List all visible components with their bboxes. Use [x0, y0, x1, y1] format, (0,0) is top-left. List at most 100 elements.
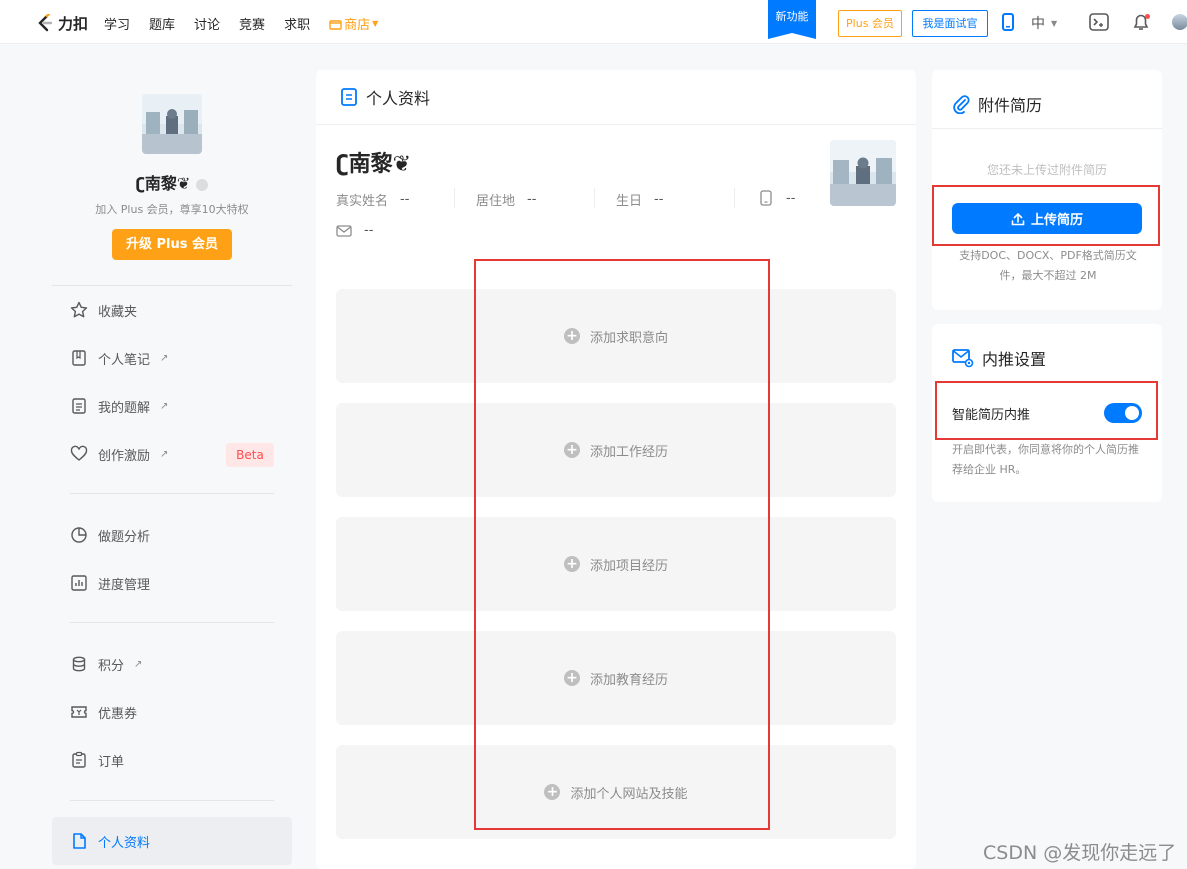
- add-section-label: 添加个人网站及技能: [570, 786, 688, 802]
- mobile-icon[interactable]: [1001, 13, 1015, 31]
- mail-settings-icon: [952, 349, 974, 368]
- sidebar-item-favorites[interactable]: 收藏夹: [70, 298, 280, 322]
- language-switcher[interactable]: 中 ▼: [1031, 13, 1057, 33]
- sidebar-item-notes[interactable]: 个人笔记 ↗: [70, 346, 280, 370]
- upgrade-plus-button[interactable]: 升级 Plus 会员: [112, 229, 232, 260]
- plus-member-button[interactable]: Plus 会员: [838, 10, 902, 37]
- smart-referral-label: 智能简历内推: [952, 408, 1031, 423]
- add-work-experience-button[interactable]: + 添加工作经历: [336, 403, 896, 497]
- add-job-intention-button[interactable]: + 添加求职意向: [336, 289, 896, 383]
- external-link-icon: ↗: [134, 658, 143, 670]
- divider: [594, 188, 595, 208]
- real-name-field[interactable]: 真实姓名 --: [336, 190, 409, 209]
- phone-field[interactable]: --: [760, 190, 795, 206]
- email-field[interactable]: --: [336, 223, 373, 238]
- plus-circle-icon: +: [544, 784, 561, 800]
- language-label: 中: [1031, 16, 1045, 32]
- playground-icon[interactable]: [1089, 13, 1109, 31]
- sidebar-item-label: 个人资料: [98, 835, 151, 851]
- nav-store[interactable]: 商店 ▼: [329, 14, 378, 33]
- join-plus-text: 加入 Plus 会员，尊享10大特权: [95, 203, 249, 216]
- nav-discuss[interactable]: 讨论: [194, 14, 220, 33]
- file-icon: [73, 833, 86, 849]
- profile-card: 个人资料 ʗ南黎❦ 真实姓名 -- 居住地 -- 生日 -- -- -- + 添…: [316, 70, 916, 869]
- divider: [70, 493, 274, 494]
- nav-contest[interactable]: 竞赛: [239, 14, 265, 33]
- leetcode-logo[interactable]: 力扣: [36, 13, 88, 34]
- heart-icon: [70, 445, 88, 461]
- external-link-icon: ↗: [160, 448, 169, 460]
- sidebar-item-points[interactable]: 积分 ↗: [70, 652, 280, 676]
- sidebar-item-profile[interactable]: 个人资料: [70, 829, 280, 853]
- referral-card-title: 内推设置: [952, 346, 1046, 370]
- plus-circle-icon: +: [563, 556, 580, 572]
- page-title: 个人资料: [366, 89, 431, 108]
- real-name-value: --: [400, 192, 410, 207]
- profile-avatar[interactable]: [830, 140, 896, 206]
- pie-chart-icon: [71, 527, 87, 543]
- birthday-label: 生日: [616, 194, 643, 209]
- logo-text: 力扣: [58, 15, 89, 33]
- sidebar-item-progress[interactable]: 进度管理: [70, 571, 280, 595]
- sidebar-item-solutions[interactable]: 我的题解 ↗: [70, 394, 280, 418]
- location-field[interactable]: 居住地 --: [476, 190, 536, 209]
- main-nav: 学习 题库 讨论 竞赛 求职 商店 ▼: [104, 14, 397, 33]
- birthday-field[interactable]: 生日 --: [616, 190, 663, 209]
- watermark: CSDN @发现你走远了: [983, 842, 1177, 864]
- document-icon: [72, 398, 86, 414]
- sidebar-item-label: 优惠券: [98, 706, 138, 722]
- external-link-icon: ↗: [160, 352, 169, 364]
- smart-referral-toggle[interactable]: [1104, 403, 1142, 423]
- username: ʗ南黎❦: [52, 170, 292, 194]
- avatar-photo: [830, 140, 896, 206]
- divider: [454, 188, 455, 208]
- new-feature-badge[interactable]: 新功能: [768, 0, 816, 39]
- add-project-experience-button[interactable]: + 添加项目经历: [336, 517, 896, 611]
- coins-icon: [72, 656, 86, 672]
- sidebar-item-analysis[interactable]: 做题分析: [70, 523, 280, 547]
- sidebar-item-label: 个人笔记: [98, 352, 151, 368]
- location-label: 居住地: [476, 194, 516, 209]
- sidebar-item-label: 进度管理: [98, 577, 151, 593]
- divider: [70, 622, 274, 623]
- referral-description: 开启即代表，你同意将你的个人简历推荐给企业 HR。: [952, 443, 1139, 476]
- referral-card: 内推设置 智能简历内推 开启即代表，你同意将你的个人简历推荐给企业 HR。: [932, 324, 1162, 502]
- plus-circle-icon: +: [563, 328, 580, 344]
- upload-resume-button[interactable]: 上传简历: [952, 203, 1142, 234]
- add-education-button[interactable]: + 添加教育经历: [336, 631, 896, 725]
- card-title-text: 附件简历: [978, 96, 1043, 115]
- resume-card-title: 附件简历: [952, 92, 1042, 116]
- sidebar-item-orders[interactable]: 订单: [70, 748, 280, 772]
- paperclip-icon: [953, 95, 970, 114]
- real-name-label: 真实姓名: [336, 194, 389, 209]
- logo-icon: [38, 13, 53, 31]
- sidebar-item-coupons[interactable]: 优惠券: [70, 700, 280, 724]
- upload-button-label: 上传简历: [1030, 213, 1083, 228]
- interviewer-button[interactable]: 我是面试官: [912, 10, 988, 37]
- add-website-skills-button[interactable]: + 添加个人网站及技能: [336, 745, 896, 839]
- nav-problems[interactable]: 题库: [149, 14, 175, 33]
- notification-dot: [1145, 14, 1150, 19]
- location-value: --: [527, 192, 537, 207]
- nav-learn[interactable]: 学习: [104, 14, 130, 33]
- sidebar-item-label: 做题分析: [98, 529, 151, 545]
- divider: [734, 188, 735, 208]
- sidebar-item-label: 创作激励: [98, 448, 151, 464]
- chevron-down-icon: ▼: [372, 19, 379, 28]
- divider: [52, 285, 292, 286]
- avatar[interactable]: [142, 94, 202, 154]
- user-avatar-menu[interactable]: [1172, 14, 1187, 30]
- ticket-icon: [71, 706, 87, 718]
- resume-card: 附件简历 您还未上传过附件简历 上传简历 支持DOC、DOCX、PDF格式简历文…: [932, 70, 1162, 310]
- sidebar-item-label: 收藏夹: [98, 304, 138, 320]
- sidebar-item-label: 我的题解: [98, 400, 151, 416]
- chevron-down-icon: ▼: [1051, 18, 1058, 28]
- sidebar-item-label: 积分: [98, 658, 125, 674]
- upload-icon: [1011, 212, 1025, 225]
- nav-jobs[interactable]: 求职: [284, 14, 310, 33]
- profile-name: ʗ南黎❦: [336, 152, 412, 177]
- birthday-value: --: [654, 192, 664, 207]
- store-icon: [329, 19, 342, 30]
- star-icon: [70, 301, 88, 318]
- clipboard-icon: [72, 751, 86, 768]
